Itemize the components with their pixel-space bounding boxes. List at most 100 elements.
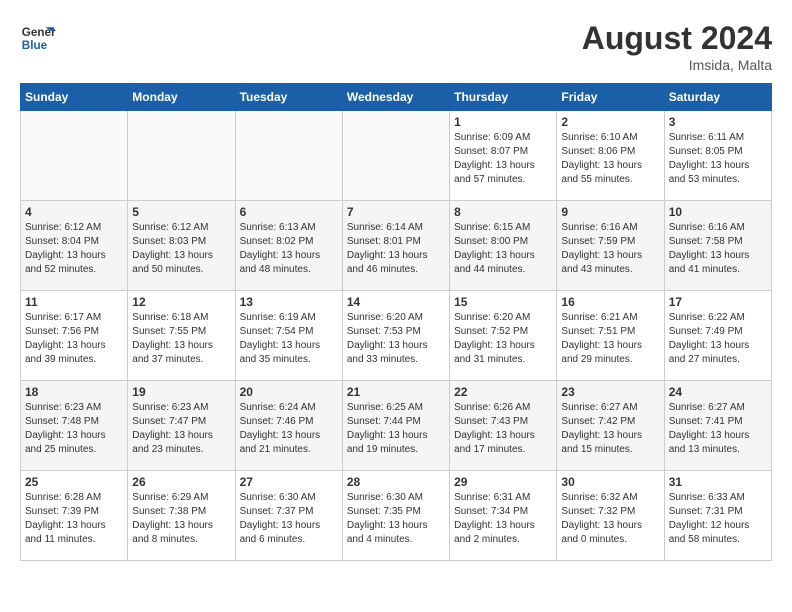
calendar-cell: 12 Sunrise: 6:18 AM Sunset: 7:55 PM Dayli… bbox=[128, 291, 235, 381]
calendar-cell: 20Sunrise: 6:24 AM Sunset: 7:46 PM Dayli… bbox=[235, 381, 342, 471]
weekday-header-monday: Monday bbox=[128, 84, 235, 111]
day-number: 16 bbox=[561, 295, 659, 309]
calendar-table: SundayMondayTuesdayWednesdayThursdayFrid… bbox=[20, 83, 772, 561]
svg-text:Blue: Blue bbox=[22, 39, 48, 52]
day-number: 31 bbox=[669, 475, 767, 489]
day-info: Sunrise: 6:29 AM Sunset: 7:38 PM Dayligh… bbox=[132, 491, 230, 547]
day-info: Sunrise: 6:19 AM Sunset: 7:54 PM Dayligh… bbox=[240, 311, 338, 367]
day-number: 28 bbox=[347, 475, 445, 489]
day-info: Sunrise: 6:17 AM Sunset: 7:56 PM Dayligh… bbox=[25, 311, 123, 367]
calendar-cell: 7 Sunrise: 6:14 AM Sunset: 8:01 PM Daylig… bbox=[342, 201, 449, 291]
logo-icon: General Blue bbox=[20, 20, 56, 56]
weekday-header-wednesday: Wednesday bbox=[342, 84, 449, 111]
calendar-cell: 16 Sunrise: 6:21 AM Sunset: 7:51 PM Dayli… bbox=[557, 291, 664, 381]
calendar-cell bbox=[21, 111, 128, 201]
calendar-cell bbox=[342, 111, 449, 201]
day-info: Sunrise: 6:25 AM Sunset: 7:44 PM Dayligh… bbox=[347, 401, 445, 457]
day-number: 2 bbox=[561, 115, 659, 129]
day-info: Sunrise: 6:13 AM Sunset: 8:02 PM Dayligh… bbox=[240, 221, 338, 277]
weekday-header-saturday: Saturday bbox=[664, 84, 771, 111]
calendar-cell bbox=[128, 111, 235, 201]
calendar-cell: 2 Sunrise: 6:10 AM Sunset: 8:06 PM Daylig… bbox=[557, 111, 664, 201]
day-number: 24 bbox=[669, 385, 767, 399]
day-info: Sunrise: 6:24 AM Sunset: 7:46 PM Dayligh… bbox=[240, 401, 338, 457]
day-info: Sunrise: 6:12 AM Sunset: 8:04 PM Dayligh… bbox=[25, 221, 123, 277]
calendar-body: 1Sunrise: 6:09 AM Sunset: 8:07 PM Daylig… bbox=[21, 111, 772, 561]
day-info: Sunrise: 6:32 AM Sunset: 7:32 PM Dayligh… bbox=[561, 491, 659, 547]
day-number: 12 bbox=[132, 295, 230, 309]
calendar-week-row: 25Sunrise: 6:28 AM Sunset: 7:39 PM Dayli… bbox=[21, 471, 772, 561]
calendar-cell: 31 Sunrise: 6:33 AM Sunset: 7:31 PM Dayli… bbox=[664, 471, 771, 561]
calendar-cell: 8Sunrise: 6:15 AM Sunset: 8:00 PM Daylig… bbox=[450, 201, 557, 291]
calendar-cell: 25Sunrise: 6:28 AM Sunset: 7:39 PM Dayli… bbox=[21, 471, 128, 561]
day-info: Sunrise: 6:30 AM Sunset: 7:37 PM Dayligh… bbox=[240, 491, 338, 547]
day-info: Sunrise: 6:09 AM Sunset: 8:07 PM Dayligh… bbox=[454, 131, 552, 187]
day-number: 29 bbox=[454, 475, 552, 489]
day-info: Sunrise: 6:20 AM Sunset: 7:52 PM Dayligh… bbox=[454, 311, 552, 367]
location-subtitle: Imsida, Malta bbox=[582, 57, 772, 73]
day-number: 13 bbox=[240, 295, 338, 309]
day-number: 3 bbox=[669, 115, 767, 129]
day-number: 25 bbox=[25, 475, 123, 489]
calendar-cell: 14Sunrise: 6:20 AM Sunset: 7:53 PM Dayli… bbox=[342, 291, 449, 381]
day-info: Sunrise: 6:12 AM Sunset: 8:03 PM Dayligh… bbox=[132, 221, 230, 277]
day-number: 27 bbox=[240, 475, 338, 489]
calendar-week-row: 4Sunrise: 6:12 AM Sunset: 8:04 PM Daylig… bbox=[21, 201, 772, 291]
calendar-cell: 23Sunrise: 6:27 AM Sunset: 7:42 PM Dayli… bbox=[557, 381, 664, 471]
calendar-cell: 19Sunrise: 6:23 AM Sunset: 7:47 PM Dayli… bbox=[128, 381, 235, 471]
calendar-cell: 27 Sunrise: 6:30 AM Sunset: 7:37 PM Dayli… bbox=[235, 471, 342, 561]
month-year-title: August 2024 bbox=[582, 20, 772, 57]
day-info: Sunrise: 6:22 AM Sunset: 7:49 PM Dayligh… bbox=[669, 311, 767, 367]
calendar-cell: 1Sunrise: 6:09 AM Sunset: 8:07 PM Daylig… bbox=[450, 111, 557, 201]
day-number: 14 bbox=[347, 295, 445, 309]
day-info: Sunrise: 6:30 AM Sunset: 7:35 PM Dayligh… bbox=[347, 491, 445, 547]
day-info: Sunrise: 6:16 AM Sunset: 7:59 PM Dayligh… bbox=[561, 221, 659, 277]
day-info: Sunrise: 6:14 AM Sunset: 8:01 PM Dayligh… bbox=[347, 221, 445, 277]
day-number: 17 bbox=[669, 295, 767, 309]
day-info: Sunrise: 6:33 AM Sunset: 7:31 PM Dayligh… bbox=[669, 491, 767, 547]
calendar-cell: 22 Sunrise: 6:26 AM Sunset: 7:43 PM Dayli… bbox=[450, 381, 557, 471]
calendar-week-row: 11 Sunrise: 6:17 AM Sunset: 7:56 PM Dayli… bbox=[21, 291, 772, 381]
day-info: Sunrise: 6:10 AM Sunset: 8:06 PM Dayligh… bbox=[561, 131, 659, 187]
day-number: 18 bbox=[25, 385, 123, 399]
calendar-cell: 21 Sunrise: 6:25 AM Sunset: 7:44 PM Dayli… bbox=[342, 381, 449, 471]
calendar-cell: 13 Sunrise: 6:19 AM Sunset: 7:54 PM Dayli… bbox=[235, 291, 342, 381]
calendar-cell: 5 Sunrise: 6:12 AM Sunset: 8:03 PM Daylig… bbox=[128, 201, 235, 291]
page-header: General Blue August 2024 Imsida, Malta bbox=[20, 20, 772, 73]
day-number: 5 bbox=[132, 205, 230, 219]
day-number: 21 bbox=[347, 385, 445, 399]
calendar-cell: 29Sunrise: 6:31 AM Sunset: 7:34 PM Dayli… bbox=[450, 471, 557, 561]
day-info: Sunrise: 6:16 AM Sunset: 7:58 PM Dayligh… bbox=[669, 221, 767, 277]
day-number: 9 bbox=[561, 205, 659, 219]
weekday-header-row: SundayMondayTuesdayWednesdayThursdayFrid… bbox=[21, 84, 772, 111]
day-number: 11 bbox=[25, 295, 123, 309]
day-info: Sunrise: 6:15 AM Sunset: 8:00 PM Dayligh… bbox=[454, 221, 552, 277]
calendar-cell: 11 Sunrise: 6:17 AM Sunset: 7:56 PM Dayli… bbox=[21, 291, 128, 381]
weekday-header-tuesday: Tuesday bbox=[235, 84, 342, 111]
calendar-cell: 4Sunrise: 6:12 AM Sunset: 8:04 PM Daylig… bbox=[21, 201, 128, 291]
weekday-header-thursday: Thursday bbox=[450, 84, 557, 111]
day-info: Sunrise: 6:18 AM Sunset: 7:55 PM Dayligh… bbox=[132, 311, 230, 367]
day-info: Sunrise: 6:21 AM Sunset: 7:51 PM Dayligh… bbox=[561, 311, 659, 367]
day-number: 19 bbox=[132, 385, 230, 399]
logo: General Blue bbox=[20, 20, 56, 56]
calendar-week-row: 1Sunrise: 6:09 AM Sunset: 8:07 PM Daylig… bbox=[21, 111, 772, 201]
day-number: 26 bbox=[132, 475, 230, 489]
day-number: 7 bbox=[347, 205, 445, 219]
day-number: 22 bbox=[454, 385, 552, 399]
calendar-cell: 24 Sunrise: 6:27 AM Sunset: 7:41 PM Dayli… bbox=[664, 381, 771, 471]
weekday-header-sunday: Sunday bbox=[21, 84, 128, 111]
calendar-cell: 6Sunrise: 6:13 AM Sunset: 8:02 PM Daylig… bbox=[235, 201, 342, 291]
day-info: Sunrise: 6:26 AM Sunset: 7:43 PM Dayligh… bbox=[454, 401, 552, 457]
day-number: 15 bbox=[454, 295, 552, 309]
calendar-cell: 18 Sunrise: 6:23 AM Sunset: 7:48 PM Dayli… bbox=[21, 381, 128, 471]
calendar-cell bbox=[235, 111, 342, 201]
calendar-cell: 28 Sunrise: 6:30 AM Sunset: 7:35 PM Dayli… bbox=[342, 471, 449, 561]
calendar-week-row: 18 Sunrise: 6:23 AM Sunset: 7:48 PM Dayli… bbox=[21, 381, 772, 471]
calendar-cell: 9 Sunrise: 6:16 AM Sunset: 7:59 PM Daylig… bbox=[557, 201, 664, 291]
day-info: Sunrise: 6:27 AM Sunset: 7:41 PM Dayligh… bbox=[669, 401, 767, 457]
day-info: Sunrise: 6:23 AM Sunset: 7:48 PM Dayligh… bbox=[25, 401, 123, 457]
day-info: Sunrise: 6:11 AM Sunset: 8:05 PM Dayligh… bbox=[669, 131, 767, 187]
calendar-cell: 15 Sunrise: 6:20 AM Sunset: 7:52 PM Dayli… bbox=[450, 291, 557, 381]
calendar-cell: 3 Sunrise: 6:11 AM Sunset: 8:05 PM Daylig… bbox=[664, 111, 771, 201]
